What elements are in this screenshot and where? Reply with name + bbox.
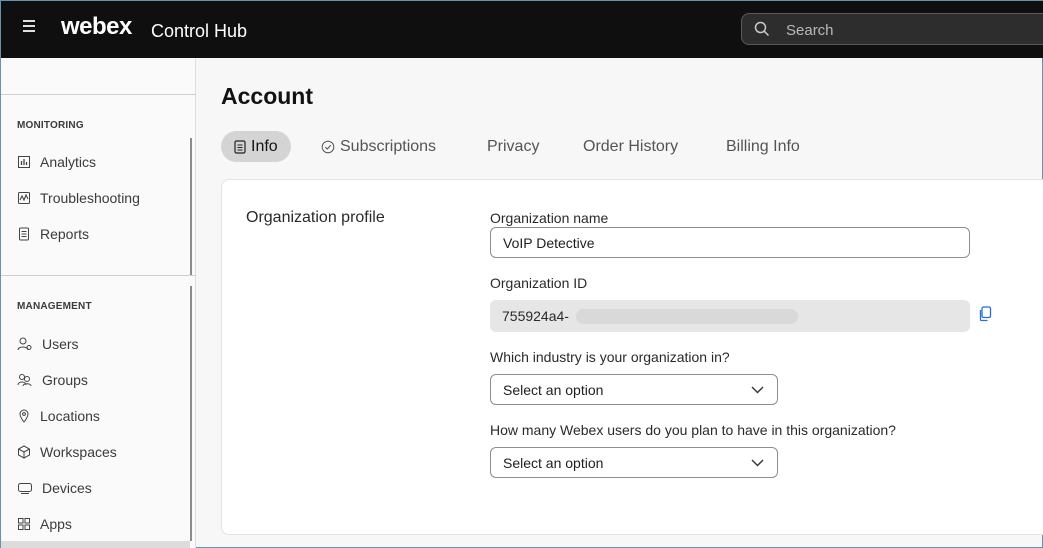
- page-title: Account: [221, 83, 313, 109]
- chevron-down-icon: [751, 459, 764, 467]
- tab-label: Billing Info: [726, 137, 800, 155]
- org-id-field: 755924a4-: [490, 300, 970, 332]
- product-name: Control Hub: [151, 21, 248, 41]
- search-input[interactable]: Search: [741, 13, 1043, 45]
- device-icon: [18, 483, 32, 494]
- chevron-down-icon: [751, 386, 764, 394]
- sidebar-item-label: Reports: [40, 226, 90, 242]
- org-name-input[interactable]: VoIP Detective: [490, 227, 970, 258]
- user-icon: [17, 337, 32, 351]
- sidebar-item-label: Devices: [42, 480, 92, 496]
- tab-order-history[interactable]: Order History: [583, 131, 678, 162]
- sidebar-scrollbar[interactable]: [190, 138, 192, 275]
- top-bar: webex Control Hub Search: [1, 1, 1043, 58]
- industry-select[interactable]: Select an option: [490, 374, 778, 405]
- redacted-region: [576, 309, 798, 324]
- sidebar-item-locations[interactable]: Locations: [17, 405, 100, 427]
- tab-billing-info[interactable]: Billing Info: [726, 131, 800, 162]
- org-id-value: 755924a4-: [502, 308, 569, 324]
- sidebar-item-apps[interactable]: Apps: [17, 513, 72, 535]
- sidebar-scrollbar[interactable]: [190, 286, 192, 541]
- sidebar-item-analytics[interactable]: Analytics: [17, 151, 96, 173]
- sidebar-item-label: Groups: [42, 372, 88, 388]
- brand-logo: webex: [61, 13, 132, 40]
- group-icon: [17, 374, 32, 387]
- bar-chart-icon: [18, 156, 30, 168]
- org-name-label: Organization name: [490, 210, 609, 226]
- tab-label: Subscriptions: [340, 137, 437, 155]
- sidebar-item-label: Apps: [40, 516, 72, 532]
- section-label: Organization profile: [246, 209, 385, 226]
- search-placeholder: Search: [786, 22, 834, 39]
- industry-select-value: Select an option: [503, 382, 604, 398]
- organization-profile-card: Organization profile Organization name V…: [221, 179, 1043, 535]
- monitoring-section-title: MONITORING: [17, 120, 84, 131]
- sidebar-item-label: Troubleshooting: [40, 190, 140, 206]
- sidebar-item-users[interactable]: Users: [17, 333, 79, 355]
- check-circle-icon: [321, 140, 335, 153]
- sidebar-item-label: Users: [42, 336, 79, 352]
- document-icon: [19, 227, 29, 241]
- main-content: Account Info Subscriptions Privacy Order…: [197, 58, 1043, 548]
- org-id-label: Organization ID: [490, 275, 588, 291]
- sidebar-divider: [1, 94, 196, 95]
- tab-label: Order History: [583, 137, 679, 155]
- sidebar-item-reports[interactable]: Reports: [17, 223, 89, 245]
- sidebar-item-label: Locations: [40, 408, 100, 424]
- tab-label: Privacy: [487, 137, 540, 155]
- location-pin-icon: [19, 409, 29, 423]
- management-section-title: MANAGEMENT: [17, 301, 92, 312]
- copy-icon[interactable]: [978, 306, 992, 322]
- sidebar: MONITORING Analytics Troubleshooting Rep…: [1, 58, 196, 548]
- document-icon: [234, 139, 246, 154]
- tab-privacy[interactable]: Privacy: [487, 131, 539, 162]
- sidebar-item-devices[interactable]: Devices: [17, 477, 92, 499]
- sidebar-item-troubleshooting[interactable]: Troubleshooting: [17, 187, 140, 209]
- users-count-label: How many Webex users do you plan to have…: [490, 422, 896, 438]
- users-count-select[interactable]: Select an option: [490, 447, 778, 478]
- tab-label: Info: [251, 137, 278, 155]
- pulse-icon: [18, 192, 30, 204]
- users-count-select-value: Select an option: [503, 455, 604, 471]
- menu-icon[interactable]: [23, 20, 39, 36]
- tab-info[interactable]: Info: [221, 131, 291, 162]
- sidebar-divider: [1, 275, 196, 276]
- tab-subscriptions[interactable]: Subscriptions: [321, 131, 436, 162]
- search-icon: [754, 21, 770, 37]
- workspace-icon: [18, 445, 30, 459]
- sidebar-item-workspaces[interactable]: Workspaces: [17, 441, 117, 463]
- sidebar-item-groups[interactable]: Groups: [17, 369, 88, 391]
- industry-label: Which industry is your organization in?: [490, 349, 730, 365]
- sidebar-item-label: Workspaces: [40, 444, 117, 460]
- sidebar-item-label: Analytics: [40, 154, 97, 170]
- apps-grid-icon: [18, 518, 30, 530]
- sidebar-next-item[interactable]: [1, 541, 190, 548]
